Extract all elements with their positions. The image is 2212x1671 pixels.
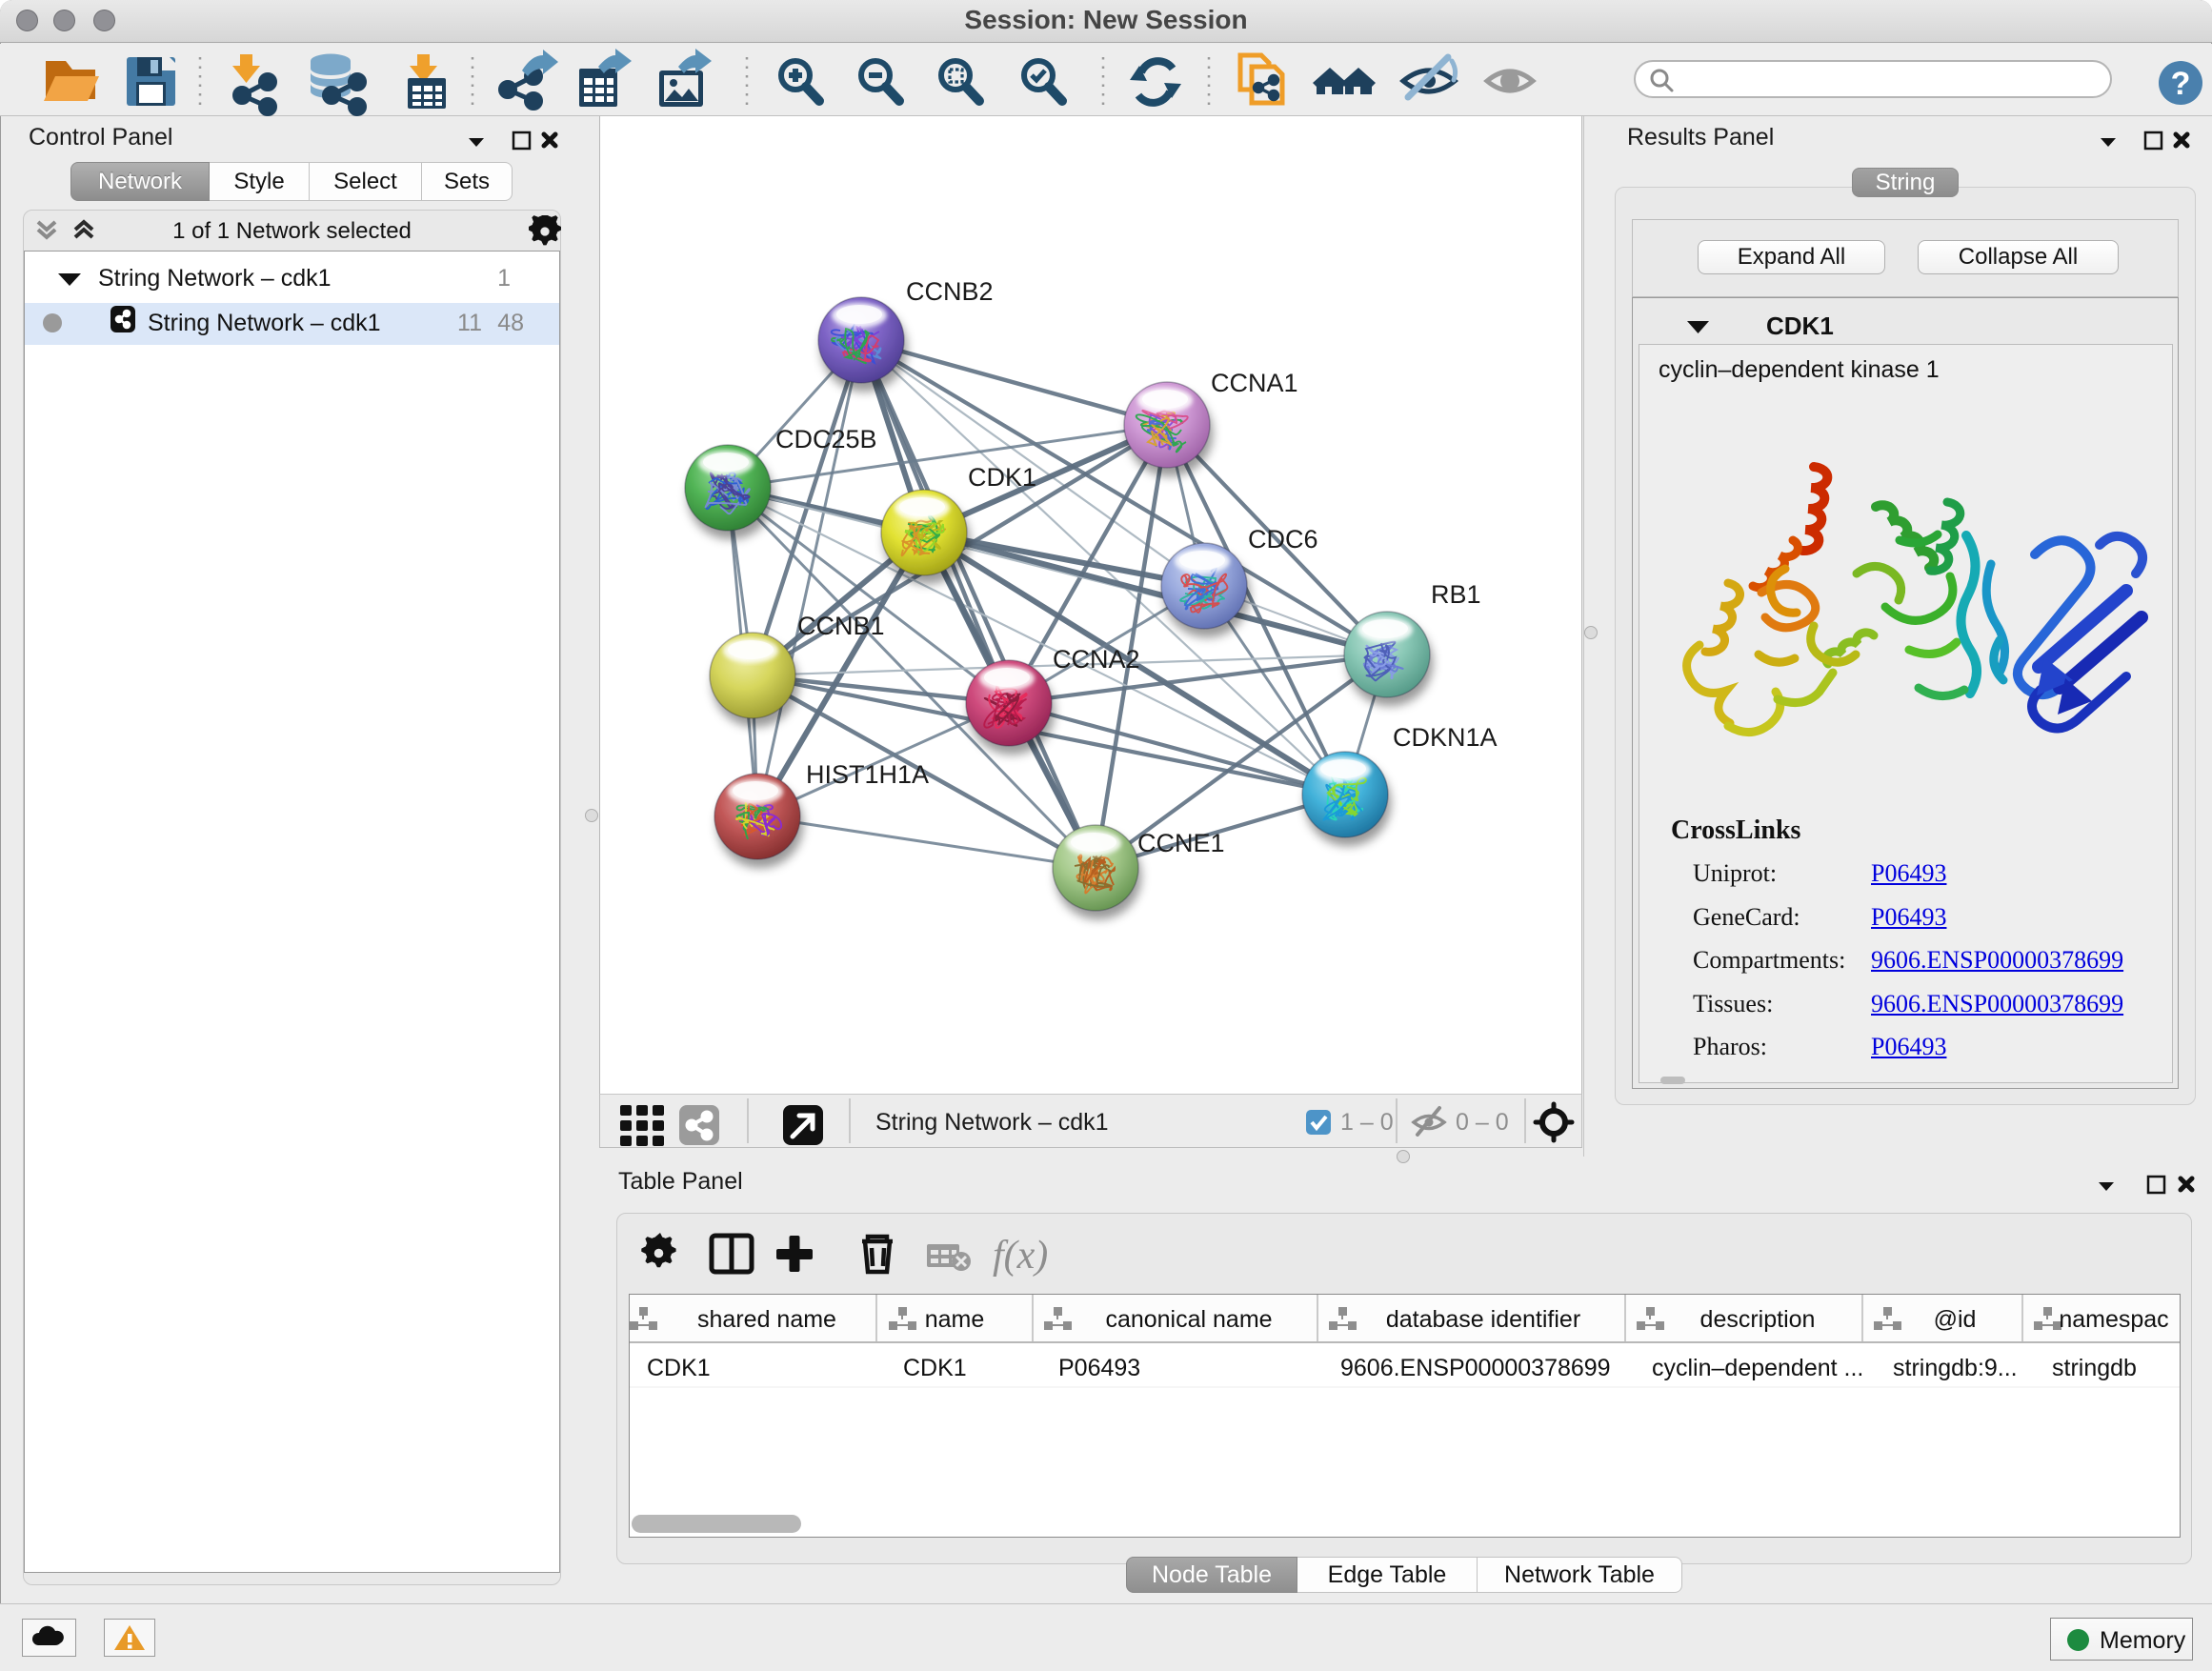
svg-text:CCNE1: CCNE1: [1137, 829, 1225, 857]
svg-text:CCNA2: CCNA2: [1053, 645, 1140, 674]
svg-text:?: ?: [2171, 66, 2191, 102]
svg-text:f(x): f(x): [993, 1234, 1048, 1278]
svg-text:CDK1: CDK1: [647, 1355, 711, 1381]
svg-text:@id: @id: [1934, 1306, 1977, 1333]
svg-text:database identifier: database identifier: [1386, 1306, 1580, 1333]
svg-text:stringdb:9...: stringdb:9...: [1893, 1355, 2018, 1381]
svg-text:description: description: [1700, 1306, 1816, 1333]
svg-text:shared name: shared name: [697, 1306, 836, 1333]
svg-text:P06493: P06493: [1058, 1355, 1140, 1381]
svg-text:CDK1: CDK1: [968, 463, 1036, 492]
svg-text:CDC6: CDC6: [1248, 525, 1318, 554]
svg-text:CDK1: CDK1: [903, 1355, 967, 1381]
svg-text:CCNB1: CCNB1: [797, 612, 885, 640]
svg-text:name: name: [925, 1306, 985, 1333]
svg-text:CCNA1: CCNA1: [1211, 369, 1298, 397]
svg-text:HIST1H1A: HIST1H1A: [806, 760, 929, 789]
svg-text:namespac: namespac: [2059, 1306, 2168, 1333]
svg-text:9606.ENSP00000378699: 9606.ENSP00000378699: [1340, 1355, 1611, 1381]
svg-text:RB1: RB1: [1431, 580, 1481, 609]
svg-text:stringdb: stringdb: [2052, 1355, 2137, 1381]
svg-text:cyclin–dependent ...: cyclin–dependent ...: [1652, 1355, 1863, 1381]
svg-text:canonical name: canonical name: [1105, 1306, 1272, 1333]
svg-text:CCNB2: CCNB2: [906, 277, 994, 306]
svg-text:CDKN1A: CDKN1A: [1393, 723, 1498, 752]
svg-text:1 – 0: 1 – 0: [1340, 1109, 1394, 1136]
svg-text:0 – 0: 0 – 0: [1456, 1109, 1509, 1136]
svg-text:String Network – cdk1: String Network – cdk1: [875, 1109, 1109, 1136]
svg-text:CDC25B: CDC25B: [775, 425, 877, 453]
